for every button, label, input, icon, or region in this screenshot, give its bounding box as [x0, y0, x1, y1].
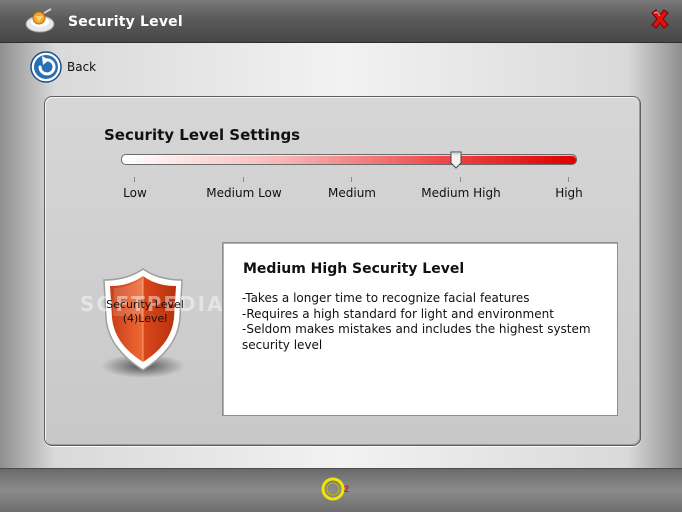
level-label-low[interactable]: Low	[123, 186, 147, 200]
shield-level-text: Security Level (4)Level	[92, 298, 198, 326]
level-description-list: -Takes a longer time to recognize facial…	[242, 291, 602, 353]
description-line: -Takes a longer time to recognize facial…	[242, 291, 530, 305]
level-label-medium-low[interactable]: Medium Low	[206, 186, 281, 200]
level-label-high[interactable]: High	[555, 186, 583, 200]
window-title: Security Level	[68, 14, 183, 30]
shield-line-1: Security Level	[106, 298, 184, 311]
close-icon[interactable]	[649, 8, 671, 30]
slider-tick	[134, 177, 135, 182]
logo-superscript: 2	[344, 484, 349, 494]
app-logo-icon	[25, 8, 55, 33]
brand-logo-icon: 2	[321, 477, 349, 501]
security-level-slider[interactable]	[121, 154, 577, 165]
level-description-title: Medium High Security Level	[243, 261, 465, 277]
slider-tick	[460, 177, 461, 182]
level-label-medium-high[interactable]: Medium High	[421, 186, 500, 200]
level-label-medium[interactable]: Medium	[328, 186, 376, 200]
slider-thumb[interactable]	[450, 151, 462, 169]
description-line: -Seldom makes mistakes and includes the …	[242, 322, 591, 352]
back-button[interactable]: Back	[30, 51, 120, 83]
back-arrow-icon	[30, 51, 62, 83]
slider-tick	[243, 177, 244, 182]
back-label: Back	[67, 60, 97, 74]
title-bar: Security Level	[0, 0, 682, 43]
description-line: -Requires a high standard for light and …	[242, 306, 554, 321]
slider-tick	[351, 177, 352, 182]
slider-tick	[568, 177, 569, 182]
settings-title: Security Level Settings	[104, 126, 301, 144]
shield-line-2: (4)Level	[122, 312, 168, 325]
